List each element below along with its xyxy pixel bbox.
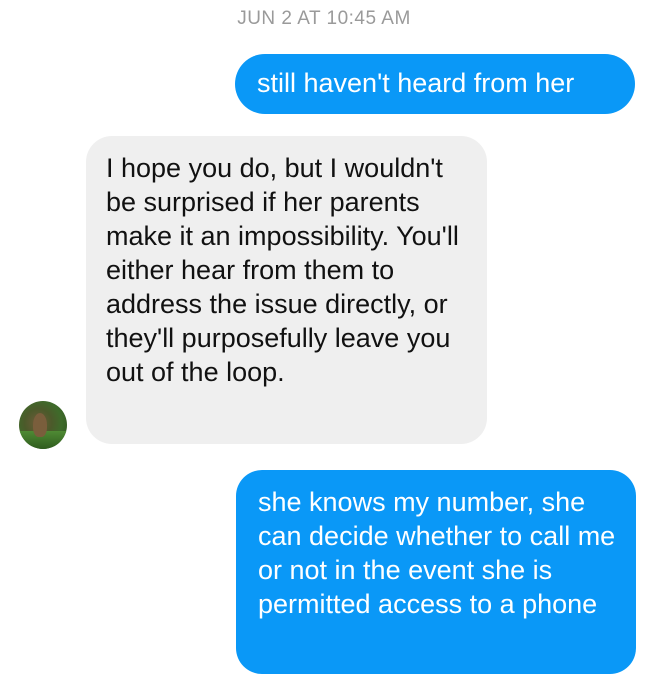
message-timestamp: JUN 2 AT 10:45 AM xyxy=(237,8,411,29)
avatar-figure xyxy=(33,413,47,437)
sent-message-bubble[interactable]: she knows my number, she can decide whet… xyxy=(236,470,636,674)
sent-message-bubble[interactable]: still haven't heard from her xyxy=(235,54,635,114)
contact-avatar[interactable] xyxy=(19,401,67,449)
received-message-bubble[interactable]: I hope you do, but I wouldn't be surpris… xyxy=(86,136,487,444)
